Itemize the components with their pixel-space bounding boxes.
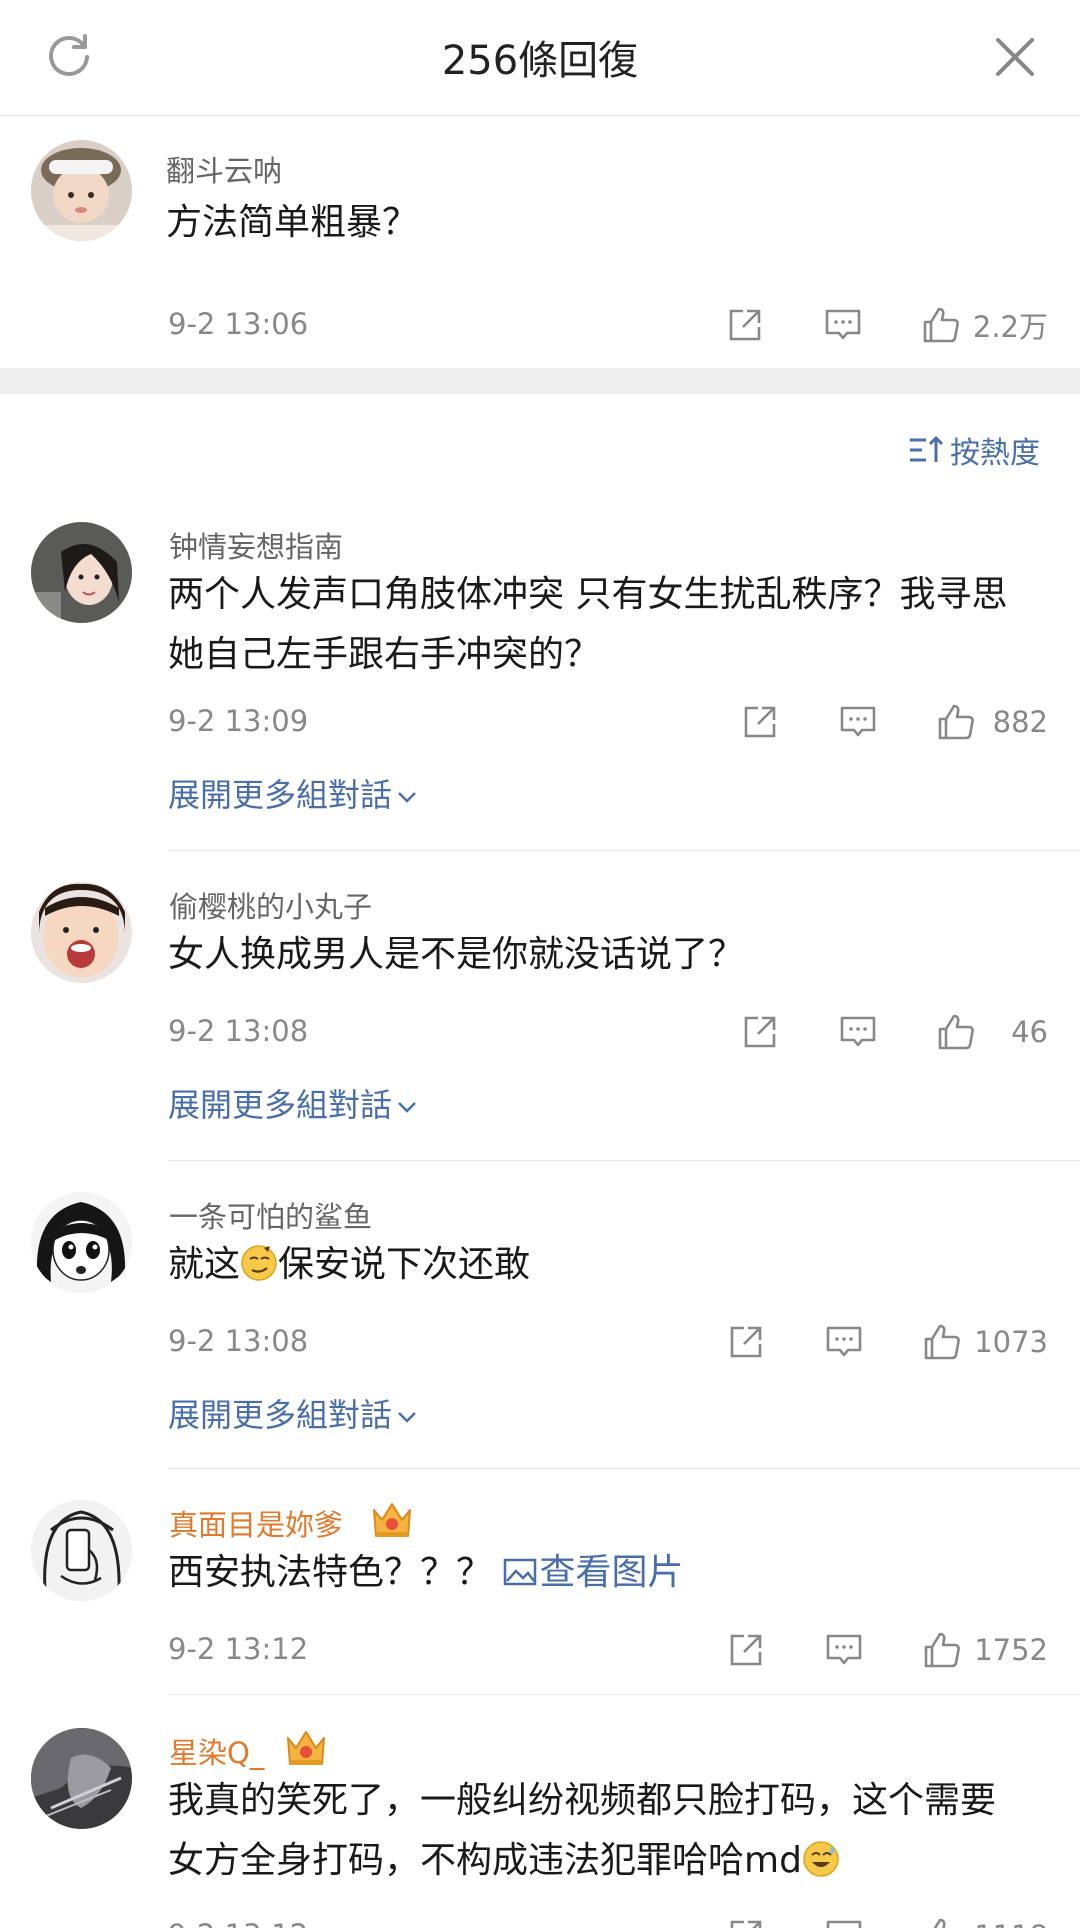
avatar[interactable]	[31, 522, 132, 623]
comment-item: 偷樱桃的小丸子 女人换成男人是不是你就没话说了？ 9-2 13:08 46 展開…	[0, 880, 1080, 1160]
comment-text-part: 就这	[168, 1244, 241, 1285]
expand-conversation-link[interactable]: 展開更多組對話	[168, 1080, 418, 1126]
section-separator	[0, 368, 1080, 394]
avatar[interactable]	[31, 882, 132, 983]
like-count: 1073	[974, 1325, 1048, 1359]
comment-icon[interactable]	[824, 1322, 864, 1362]
username[interactable]: 钟情妄想指南	[169, 524, 343, 566]
comment-text-line: 两个人发声口角肢体冲突 只有女生扰乱秩序？我寻思	[168, 574, 1008, 615]
like-count: 2.2万	[972, 310, 1048, 344]
comment-icon[interactable]	[824, 1916, 864, 1928]
comment-time: 9-2 13:09	[168, 704, 309, 738]
avatar[interactable]	[31, 1500, 132, 1601]
username[interactable]: 星染Q_	[169, 1730, 264, 1772]
smirk-emoji-icon	[241, 1245, 277, 1281]
comment-meta: 9-2 13:12 1752	[168, 1628, 1048, 1672]
avatar[interactable]	[31, 1192, 132, 1293]
view-image-link[interactable]: 查看图片	[503, 1552, 683, 1593]
share-icon[interactable]	[726, 1916, 766, 1928]
username[interactable]: 真面目是妳爹	[169, 1502, 343, 1544]
like-icon[interactable]	[922, 1916, 962, 1928]
like-count: 1752	[974, 1633, 1048, 1667]
sort-icon	[910, 436, 944, 462]
comment-icon[interactable]	[838, 1012, 878, 1052]
comment-text: 女人换成男人是不是你就没话说了？	[168, 934, 745, 975]
expand-label: 展開更多組對話	[168, 1086, 393, 1124]
comment-meta: 9-2 13:12 1118	[168, 1914, 1048, 1928]
chevron-down-icon	[398, 1412, 416, 1423]
comment-text-part: 女方全身打码，不构成违法犯罪哈哈md	[168, 1840, 802, 1881]
vip-crown-icon	[287, 1731, 325, 1765]
like-icon[interactable]	[922, 1630, 962, 1670]
expand-conversation-link[interactable]: 展開更多組對話	[168, 1390, 418, 1436]
share-icon[interactable]	[725, 305, 765, 345]
like-count: 46	[1011, 1015, 1048, 1049]
comment-text: 我真的笑死了，一般纠纷视频都只脸打码，这个需要 女方全身打码，不构成违法犯罪哈哈…	[168, 1771, 1048, 1891]
comment-time: 9-2 13:12	[168, 1918, 308, 1928]
avatar[interactable]	[31, 1728, 132, 1829]
chevron-down-icon	[398, 792, 416, 803]
divider	[168, 1160, 1080, 1161]
comment-text: 方法简单粗暴？	[166, 202, 419, 243]
comment-meta: 9-2 13:06 2.2万	[168, 303, 1048, 347]
like-icon[interactable]	[922, 1322, 962, 1362]
comment-item: 星染Q_ 我真的笑死了，一般纠纷视频都只脸打码，这个需要 女方全身打码，不构成违…	[0, 1726, 1080, 1928]
comment-text: 西安执法特色？？？ 查看图片	[168, 1543, 1048, 1603]
comment-time: 9-2 13:08	[168, 1014, 309, 1048]
like-count: 882	[992, 705, 1048, 739]
share-icon[interactable]	[740, 702, 780, 742]
expand-label: 展開更多組對話	[168, 776, 393, 814]
username[interactable]: 偷樱桃的小丸子	[169, 884, 372, 926]
comment-meta: 9-2 13:08 46	[168, 1010, 1048, 1054]
avatar[interactable]	[31, 140, 132, 241]
chevron-down-icon	[398, 1102, 416, 1113]
like-count: 1118	[974, 1919, 1048, 1928]
like-icon[interactable]	[936, 702, 976, 742]
comment-text: 就这 保安说下次还敢	[168, 1235, 1048, 1295]
share-icon[interactable]	[740, 1012, 780, 1052]
vip-crown-icon	[373, 1503, 411, 1537]
comment-meta: 9-2 13:08 1073	[168, 1320, 1048, 1364]
expand-conversation-link[interactable]: 展開更多組對話	[168, 770, 418, 816]
comment-item: 钟情妄想指南 两个人发声口角肢体冲突 只有女生扰乱秩序？我寻思 她自己左手跟右手…	[0, 520, 1080, 850]
comment-text-line: 她自己左手跟右手冲突的？	[168, 634, 601, 675]
comment-time: 9-2 13:08	[168, 1324, 309, 1358]
comment-icon[interactable]	[838, 702, 878, 742]
sort-label: 按熱度	[950, 436, 1040, 471]
share-icon[interactable]	[726, 1630, 766, 1670]
comment-time: 9-2 13:12	[168, 1632, 309, 1666]
username[interactable]: 一条可怕的鲨鱼	[169, 1194, 372, 1236]
comment-text-part: 保安说下次还敢	[278, 1244, 531, 1285]
comment-item: 一条可怕的鲨鱼 就这 保安说下次还敢 9-2 13:08 1073 展開更多組對話	[0, 1190, 1080, 1470]
sort-button[interactable]: 按熱度	[908, 428, 1040, 472]
share-icon[interactable]	[726, 1322, 766, 1362]
expand-label: 展開更多組對話	[168, 1396, 393, 1434]
username[interactable]: 翻斗云呐	[166, 148, 282, 190]
comment-text: 两个人发声口角肢体冲突 只有女生扰乱秩序？我寻思 她自己左手跟右手冲突的？	[168, 565, 1048, 685]
sweat-smile-emoji-icon	[803, 1841, 839, 1877]
comment-text-line: 我真的笑死了，一般纠纷视频都只脸打码，这个需要	[168, 1780, 997, 1821]
comment-time: 9-2 13:06	[168, 307, 309, 341]
root-comment: 翻斗云呐 方法简单粗暴？ 9-2 13:06 2.2万	[0, 115, 1080, 368]
comment-icon[interactable]	[823, 305, 863, 345]
like-icon[interactable]	[921, 305, 961, 345]
view-image-label: 查看图片	[539, 1552, 684, 1593]
comment-text-part: 西安执法特色？？？	[168, 1552, 493, 1593]
comment-icon[interactable]	[824, 1630, 864, 1670]
page-title: 256條回復	[441, 38, 639, 84]
divider	[168, 1694, 1080, 1695]
comment-text-line: 女方全身打码，不构成违法犯罪哈哈md	[168, 1831, 1048, 1891]
comment-item: 真面目是妳爹 西安执法特色？？？ 查看图片 9-2 13:12 1752	[0, 1498, 1080, 1694]
top-bar: 256條回復	[0, 0, 1080, 116]
divider	[168, 1468, 1080, 1469]
comment-meta: 9-2 13:09 882	[168, 700, 1048, 744]
close-icon[interactable]	[992, 34, 1038, 80]
divider	[168, 850, 1080, 851]
image-icon	[504, 1558, 537, 1586]
like-icon[interactable]	[936, 1012, 976, 1052]
